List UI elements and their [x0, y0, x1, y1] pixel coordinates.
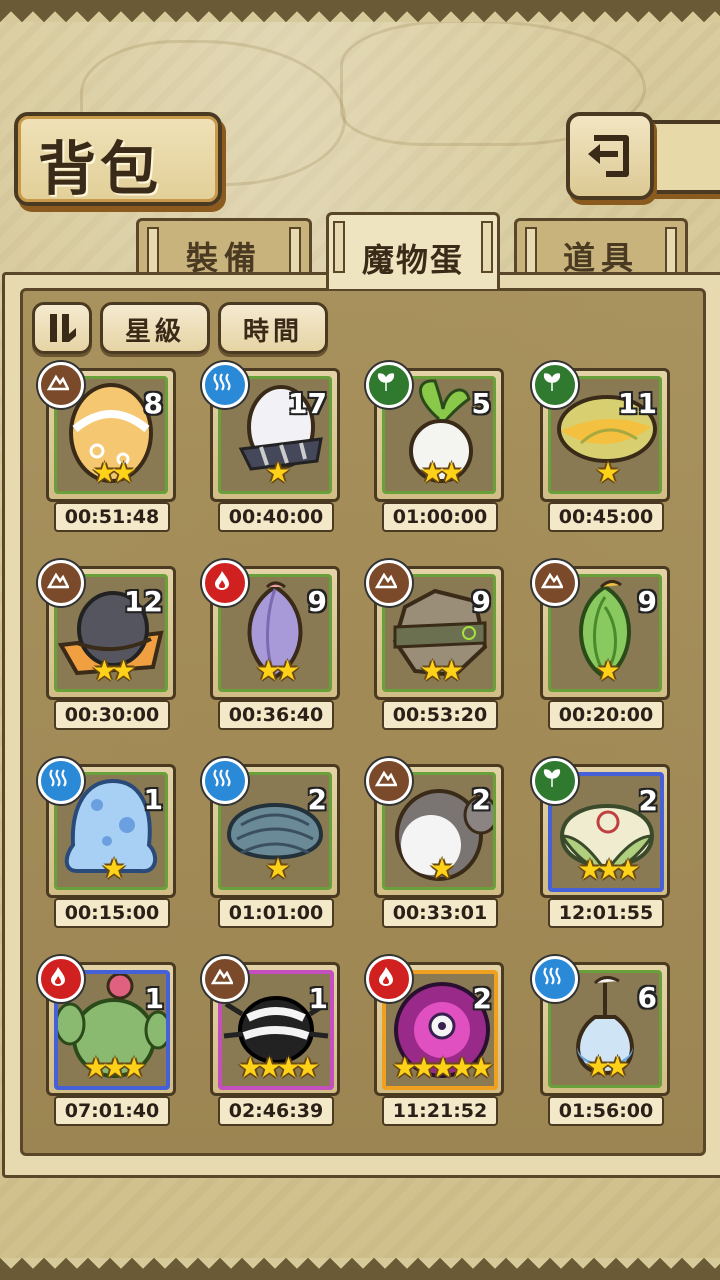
- egg-hatch-timer: 00:20:00: [548, 700, 664, 730]
- egg-count: 9: [637, 585, 657, 618]
- egg-hatch-timer: 00:51:48: [54, 502, 170, 532]
- egg-star-rating: ★★: [419, 456, 464, 489]
- wood-element-icon: [532, 758, 578, 804]
- tab-monster-eggs-label: 魔物蛋: [361, 241, 464, 279]
- egg-count: 2: [472, 982, 492, 1015]
- egg-hatch-timer: 00:40:00: [218, 502, 334, 532]
- egg-count: 2: [307, 783, 327, 816]
- egg-star-rating: ★: [429, 852, 454, 885]
- egg-card[interactable]: 2 ★ 00:33:01: [366, 758, 506, 928]
- sort-by-time-label: 時間: [242, 317, 303, 347]
- egg-count: 1: [144, 982, 164, 1015]
- egg-count: 17: [288, 387, 327, 420]
- earth-element-icon: [202, 956, 248, 1002]
- fire-element-icon: [366, 956, 412, 1002]
- egg-star-rating: ★: [265, 852, 290, 885]
- egg-card[interactable]: 9 ★★ 00:53:20: [366, 560, 506, 730]
- egg-card[interactable]: 2 ★★★★★ 11:21:52: [366, 956, 506, 1126]
- egg-hatch-timer: 00:33:01: [382, 898, 498, 928]
- water-element-icon: [38, 758, 84, 804]
- sort-by-star-label: 星級: [124, 317, 185, 347]
- egg-card[interactable]: 1 ★★★★ 02:46:39: [202, 956, 342, 1126]
- egg-hatch-timer: 00:45:00: [548, 502, 664, 532]
- egg-hatch-timer: 00:53:20: [382, 700, 498, 730]
- egg-count: 2: [471, 783, 491, 816]
- egg-card[interactable]: 6 ★★ 01:56:00: [532, 956, 672, 1126]
- wood-element-icon: [532, 362, 578, 408]
- egg-card[interactable]: 9 ★ 00:20:00: [532, 560, 672, 730]
- egg-card[interactable]: 9 ★★ 00:36:40: [202, 560, 342, 730]
- egg-count: 1: [143, 783, 163, 816]
- egg-count: 1: [308, 982, 328, 1015]
- egg-star-rating: ★: [265, 456, 290, 489]
- egg-hatch-timer: 00:30:00: [54, 700, 170, 730]
- egg-count: 9: [307, 585, 327, 618]
- egg-star-rating: ★★: [419, 654, 464, 687]
- egg-star-rating: ★: [595, 456, 620, 489]
- earth-element-icon: [366, 758, 412, 804]
- egg-star-rating: ★: [101, 852, 126, 885]
- title-plate: 背包: [14, 112, 222, 206]
- egg-count: 5: [471, 387, 491, 420]
- egg-hatch-timer: 07:01:40: [54, 1096, 170, 1126]
- egg-hatch-timer: 11:21:52: [382, 1096, 498, 1126]
- egg-card[interactable]: 8 ★★ 00:51:48: [38, 362, 178, 532]
- top-border: [0, 0, 720, 22]
- egg-star-rating: ★★: [91, 654, 136, 687]
- egg-star-rating: ★★★★: [237, 1051, 320, 1084]
- egg-count: 12: [124, 585, 163, 618]
- egg-card[interactable]: 2 ★★★ 12:01:55: [532, 758, 672, 928]
- egg-count: 2: [638, 784, 658, 817]
- page-title: 背包: [38, 135, 163, 203]
- egg-card[interactable]: 12 ★★ 00:30:00: [38, 560, 178, 730]
- egg-count: 9: [471, 585, 491, 618]
- egg-card[interactable]: 5 ★★ 01:00:00: [366, 362, 506, 532]
- egg-card[interactable]: 1 ★★★ 07:01:40: [38, 956, 178, 1126]
- egg-count: 8: [143, 387, 163, 420]
- egg-star-rating: ★★: [91, 456, 136, 489]
- egg-star-rating: ★★★: [83, 1051, 146, 1084]
- egg-card[interactable]: 1 ★ 00:15:00: [38, 758, 178, 928]
- tab-monster-eggs[interactable]: 魔物蛋: [326, 212, 500, 289]
- egg-hatch-timer: 00:36:40: [218, 700, 334, 730]
- earth-element-icon: [38, 362, 84, 408]
- pause-bars-icon: [50, 314, 76, 342]
- sort-by-star-button[interactable]: 星級: [100, 302, 210, 354]
- egg-hatch-timer: 02:46:39: [218, 1096, 334, 1126]
- sort-by-time-button[interactable]: 時間: [218, 302, 328, 354]
- earth-element-icon: [532, 560, 578, 606]
- egg-hatch-timer: 01:56:00: [548, 1096, 664, 1126]
- egg-star-rating: ★★★: [577, 853, 640, 886]
- egg-card[interactable]: 11 ★ 00:45:00: [532, 362, 672, 532]
- bottom-border: [0, 1258, 720, 1280]
- water-element-icon: [202, 362, 248, 408]
- back-arrow-icon: [588, 135, 629, 177]
- egg-star-rating: ★★: [585, 1050, 630, 1083]
- egg-star-rating: ★: [595, 654, 620, 687]
- sort-order-toggle-button[interactable]: [32, 302, 92, 354]
- earth-element-icon: [38, 560, 84, 606]
- earth-element-icon: [366, 560, 412, 606]
- egg-hatch-timer: 01:00:00: [382, 502, 498, 532]
- egg-card[interactable]: 17 ★ 00:40:00: [202, 362, 342, 532]
- egg-card[interactable]: 2 ★ 01:01:00: [202, 758, 342, 928]
- egg-hatch-timer: 01:01:00: [218, 898, 334, 928]
- water-element-icon: [532, 956, 578, 1002]
- back-button[interactable]: [566, 112, 654, 200]
- egg-star-rating: ★★★★★: [392, 1051, 494, 1084]
- fire-element-icon: [202, 560, 248, 606]
- egg-count: 6: [637, 981, 657, 1014]
- wood-element-icon: [366, 362, 412, 408]
- egg-hatch-timer: 12:01:55: [548, 898, 664, 928]
- fire-element-icon: [38, 956, 84, 1002]
- water-element-icon: [202, 758, 248, 804]
- egg-hatch-timer: 00:15:00: [54, 898, 170, 928]
- egg-star-rating: ★★: [255, 654, 300, 687]
- egg-count: 11: [618, 387, 657, 420]
